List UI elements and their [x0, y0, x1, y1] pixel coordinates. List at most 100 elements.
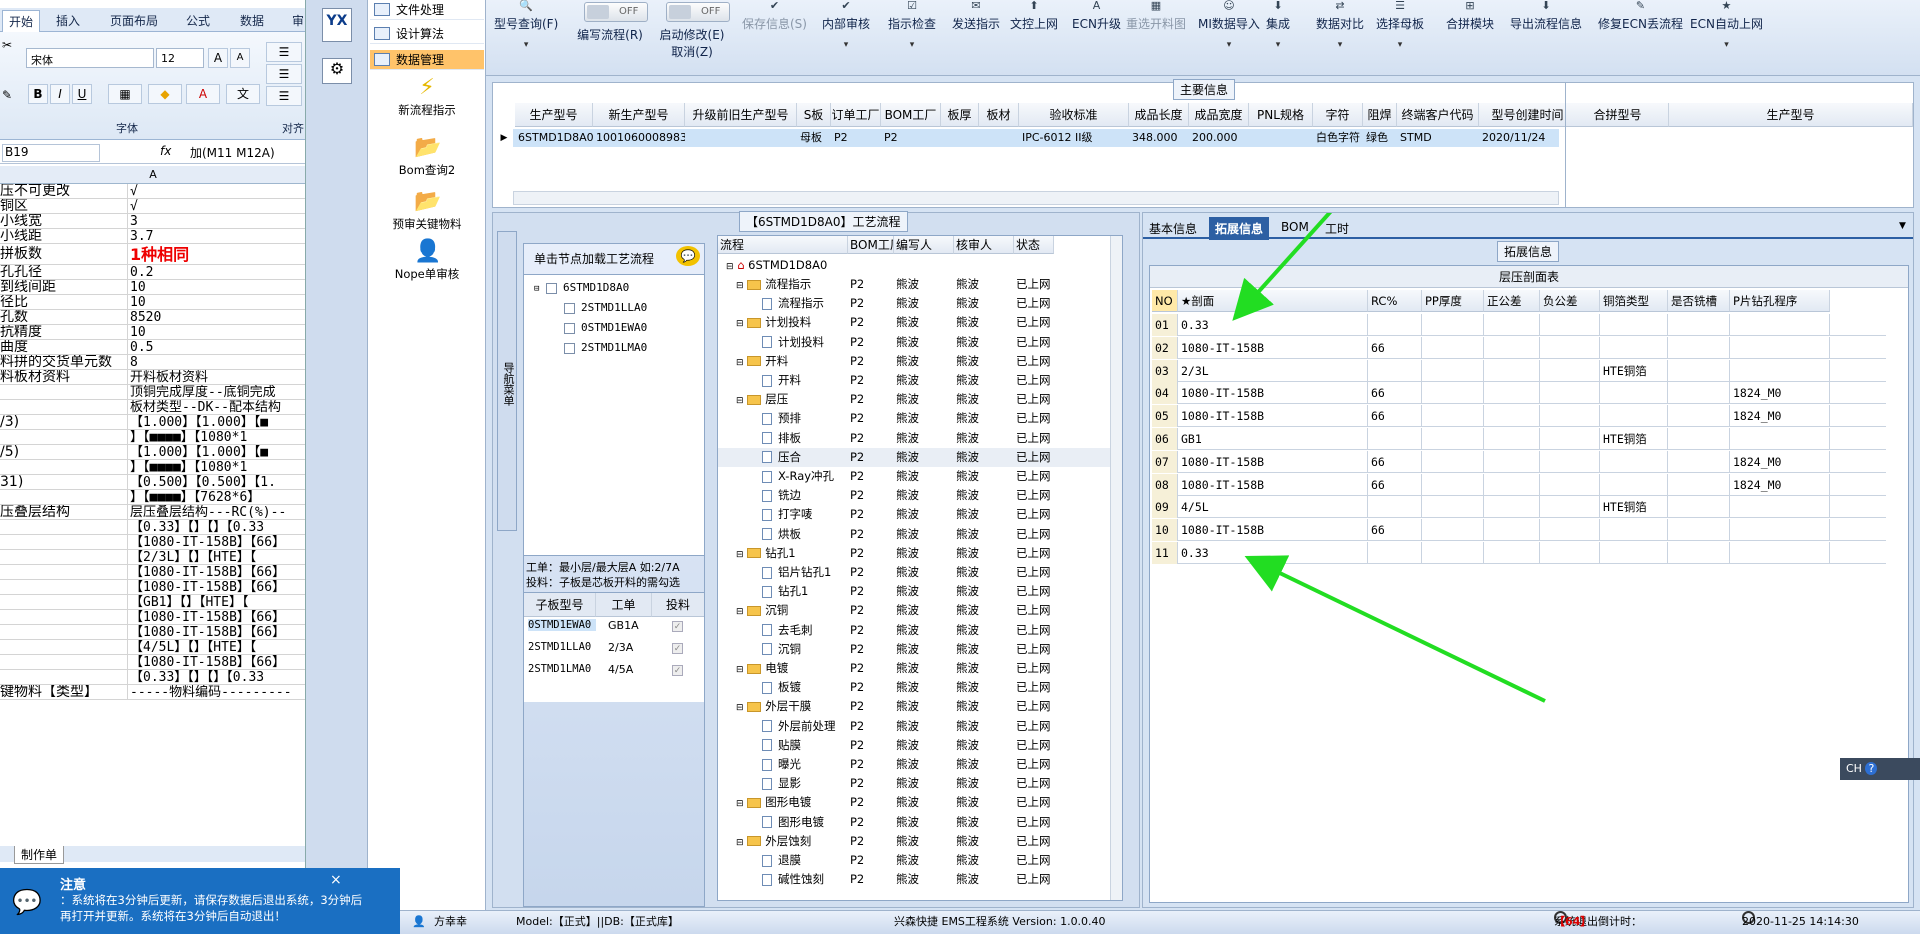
col-header[interactable]: 升级前旧生产型号 — [685, 103, 797, 127]
chevron-down-icon[interactable]: ▾ — [1376, 40, 1424, 50]
align-top-icon[interactable]: ☰ — [266, 42, 302, 62]
cell-b[interactable]: 【1.000】【1.000】【■ — [130, 445, 305, 459]
cell-b[interactable]: 0.2 — [130, 265, 305, 279]
subboard-model[interactable]: 0STMD1EWA0 — [528, 619, 596, 631]
col-header[interactable]: 生产型号 — [1669, 103, 1913, 127]
cell-b[interactable]: 3.7 — [130, 229, 305, 243]
tree-step[interactable]: 贴膜 P2 熊波 熊波 已上网 — [718, 736, 1114, 755]
cell-b[interactable]: 【0.33】【】【】【0.33 — [130, 670, 305, 684]
cell[interactable]: 6STMD1D8A0 — [515, 129, 593, 147]
toolbar-start-edit[interactable]: OFF 启动修改(E) 取消(Z) — [654, 0, 730, 60]
cell-b[interactable]: 板材类型--DK--配本结构 — [130, 400, 305, 414]
toolbar-button-6[interactable]: ✉ 发送指示 — [952, 0, 1000, 32]
excel-row[interactable]: 压叠层结构 层压叠层结构---RC(%)-- — [0, 505, 305, 520]
new-process-button[interactable]: ⚡ 新流程指示 — [368, 76, 486, 118]
cell-a[interactable] — [0, 595, 128, 609]
checkbox[interactable] — [564, 342, 575, 354]
underline-icon[interactable]: U — [72, 84, 92, 104]
toolbar-button-17[interactable]: ★ ECN自动上网 ▾ — [1690, 0, 1763, 50]
toolbar-button-8[interactable]: A ECN升级 — [1072, 0, 1121, 32]
subboard-workorder[interactable]: 2/3A — [608, 641, 633, 654]
nav-file-processing[interactable]: 文件处理 — [370, 0, 484, 20]
excel-row[interactable]: 】【■■■■】【1080*1 — [0, 430, 305, 445]
toolbar-button-16[interactable]: ✎ 修复ECN丢流程 — [1598, 0, 1683, 32]
col-header[interactable]: 阻焊 — [1363, 103, 1397, 127]
nav-menu-side-tab[interactable]: 导航菜单 — [497, 231, 517, 531]
toolbar-button-15[interactable]: ⬇ 导出流程信息 — [1510, 0, 1582, 32]
excel-row[interactable]: 】【■■■■】【1080*1 — [0, 460, 305, 475]
excel-row[interactable]: 【0.33】【】【】【0.33 — [0, 520, 305, 535]
cell-a[interactable]: 小线宽 — [0, 214, 128, 228]
name-box[interactable]: B19 — [2, 144, 100, 162]
vertical-scrollbar[interactable] — [1110, 236, 1122, 900]
chevron-down-icon[interactable]: ▾ — [1316, 40, 1364, 50]
fx-icon[interactable]: fx — [160, 144, 171, 158]
toolbar-button-10[interactable]: ☺ MI数据导入 ▾ — [1198, 0, 1260, 50]
cell[interactable]: 白色字符 — [1313, 129, 1363, 147]
col-workorder[interactable]: 工单 — [596, 593, 652, 617]
excel-row[interactable]: 料板材资料 开料板材资料 — [0, 370, 305, 385]
close-icon[interactable]: × — [330, 872, 342, 888]
cell-a[interactable] — [0, 610, 128, 624]
tree-step[interactable]: 图形电镀 P2 熊波 熊波 已上网 — [718, 813, 1114, 832]
cell-a[interactable]: 键物料【类型】 — [0, 685, 128, 699]
font-color-icon[interactable]: A — [186, 84, 220, 104]
chevron-down-icon[interactable]: ▾ — [888, 40, 936, 50]
cell-a[interactable]: 压不可更改 — [0, 184, 128, 198]
excel-row[interactable]: 【GB1】【】【HTE】【 — [0, 595, 305, 610]
tree-step[interactable]: 铣边 P2 熊波 熊波 已上网 — [718, 486, 1114, 505]
tree-root[interactable]: ⊟ ⌂ 6STMD1D8A0 — [718, 256, 1114, 275]
tree-col-header[interactable]: 流程 — [718, 236, 848, 254]
write-process-toggle[interactable]: OFF — [584, 2, 648, 22]
tree-step[interactable]: 退膜 P2 熊波 熊波 已上网 — [718, 851, 1114, 870]
formula-input[interactable]: 加(M11 M12A) — [190, 144, 275, 161]
cell-a[interactable] — [0, 580, 128, 594]
cell-a[interactable]: 压叠层结构 — [0, 505, 128, 519]
col-header[interactable]: 生产型号 — [515, 103, 593, 127]
col-header[interactable]: 合拼型号 — [1567, 103, 1669, 127]
align-left-icon[interactable]: ☰ — [266, 86, 302, 106]
cell[interactable] — [1577, 129, 1625, 147]
cell-a[interactable] — [0, 670, 128, 684]
cell-b[interactable]: √ — [130, 184, 305, 198]
border-icon[interactable]: ▦ — [108, 84, 142, 104]
tree-step[interactable]: 碱性蚀刻 P2 熊波 熊波 已上网 — [718, 870, 1114, 889]
tree-step[interactable]: ⊟ 计划投料 P2 熊波 熊波 已上网 — [718, 313, 1114, 332]
excel-row[interactable]: 料拼的交货单元数 8 — [0, 355, 305, 370]
cell-a[interactable] — [0, 550, 128, 564]
tree-step[interactable]: 打字唛 P2 熊波 熊波 已上网 — [718, 505, 1114, 524]
excel-tab-page-layout[interactable]: 页面布局 — [110, 12, 158, 29]
excel-row[interactable]: 】【■■■■】【7628*6】 — [0, 490, 305, 505]
cell-a[interactable] — [0, 535, 128, 549]
cell-a[interactable]: 31) — [0, 475, 128, 489]
col-header[interactable]: 板材 — [979, 103, 1019, 127]
cell-b[interactable]: 10 — [130, 325, 305, 339]
toolbar-write-process[interactable]: OFF 编写流程(R) — [572, 0, 648, 43]
col-header[interactable]: 型号创建时间 — [1479, 103, 1577, 127]
horizontal-scrollbar[interactable] — [513, 191, 1559, 205]
col-header[interactable]: 订单工厂 — [831, 103, 881, 127]
toolbar-button-11[interactable]: ⬇ 集成 ▾ — [1266, 0, 1290, 50]
tree-step[interactable]: ⊟ 层压 P2 熊波 熊波 已上网 — [718, 390, 1114, 409]
cell-b[interactable]: 【1080-IT-158B】【66】 — [130, 580, 305, 594]
tools-icon[interactable]: ⚙ — [322, 58, 352, 84]
cell-a[interactable]: 铜区 — [0, 199, 128, 213]
cell-a[interactable]: 抗精度 — [0, 325, 128, 339]
excel-row[interactable]: 31) 【0.500】【0.500】【1. — [0, 475, 305, 490]
cell-b[interactable]: 10 — [130, 280, 305, 294]
cell-b[interactable]: 【4/5L】【】【HTE】【 — [130, 640, 305, 654]
subboard-workorder[interactable]: 4/5A — [608, 663, 633, 676]
tree-step[interactable]: 压合 P2 熊波 熊波 已上网 — [718, 447, 1114, 467]
format-painter-icon[interactable]: ✎ — [2, 88, 12, 102]
cell-a[interactable] — [0, 655, 128, 669]
cell-a[interactable]: 料板材资料 — [0, 370, 128, 384]
start-edit-toggle[interactable]: OFF — [666, 2, 730, 22]
excel-tab-data[interactable]: 数据 — [240, 12, 264, 29]
nav-data-management[interactable]: 数据管理 — [370, 50, 484, 70]
cell-b[interactable]: 【0.500】【0.500】【1. — [130, 475, 305, 489]
tree-step[interactable]: 烘板 P2 熊波 熊波 已上网 — [718, 525, 1114, 544]
cell-b[interactable]: 】【■■■■】【7628*6】 — [130, 490, 305, 504]
cell-b[interactable]: 【1080-IT-158B】【66】 — [130, 535, 305, 549]
excel-row[interactable]: 【1080-IT-158B】【66】 — [0, 625, 305, 640]
cell[interactable]: P2 — [881, 129, 941, 147]
